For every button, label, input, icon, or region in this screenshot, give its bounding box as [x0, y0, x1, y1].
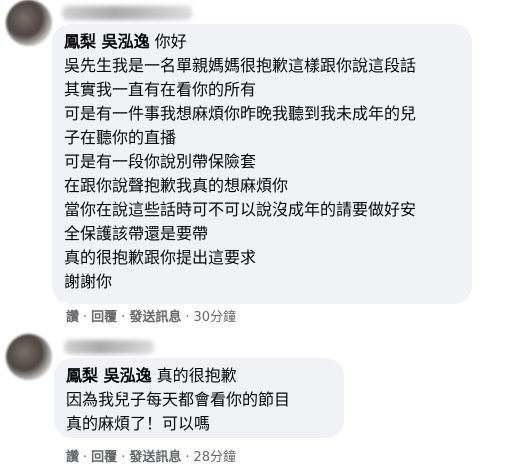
- like-button[interactable]: 讚: [66, 450, 79, 465]
- commenter-name-blurred[interactable]: [64, 340, 154, 354]
- comment-actions: 讚 · 回覆 · 發送訊息 · 30分鐘: [66, 310, 237, 325]
- mention-name[interactable]: 鳳梨 吳泓逸: [64, 32, 150, 51]
- reply-button[interactable]: 回覆: [91, 450, 117, 465]
- comment-actions: 讚 · 回覆 · 發送訊息 · 28分鐘: [66, 450, 237, 465]
- comment-bubble: 鳳梨 吳泓逸 真的很抱歉 因為我兒子每天都會看你的節目 真的麻煩了！可以嗎: [54, 358, 344, 438]
- reply-button[interactable]: 回覆: [91, 310, 117, 325]
- comment-line: 其實我一直有在看你的所有: [64, 80, 257, 99]
- comment-line: 真的麻煩了！可以嗎: [66, 414, 211, 433]
- send-message-button[interactable]: 發送訊息: [129, 310, 181, 325]
- comment-bubble: 鳳梨 吳泓逸 你好 吳先生我是一名單親媽媽很抱歉這樣跟你說這段話 其實我一直有在…: [52, 24, 472, 304]
- comment-line: 因為我兒子每天都會看你的節目: [66, 390, 291, 409]
- comment-line: 吳先生我是一名單親媽媽很抱歉這樣跟你說這段話: [64, 56, 417, 75]
- comment-text: 你好: [154, 32, 187, 51]
- avatar[interactable]: [6, 0, 52, 46]
- timestamp[interactable]: 30分鐘: [193, 310, 236, 325]
- comment-line: 可是有一件事我想麻煩你昨晚我聽到我未成年的兒: [64, 104, 417, 123]
- commenter-name-blurred[interactable]: [62, 6, 192, 20]
- send-message-button[interactable]: 發送訊息: [129, 450, 181, 465]
- avatar[interactable]: [6, 334, 52, 380]
- comment-line: 當你在說這些話時可不可以說沒成年的請要做好安: [64, 200, 417, 219]
- comment-line: 可是有一段你說別帶保險套: [64, 152, 257, 171]
- timestamp[interactable]: 28分鐘: [193, 450, 236, 465]
- comment-line: 謝謝你: [64, 272, 113, 291]
- comment-line: 真的很抱歉跟你提出這要求: [64, 248, 257, 267]
- mention-name[interactable]: 鳳梨 吳泓逸: [66, 366, 152, 385]
- like-button[interactable]: 讚: [66, 310, 79, 325]
- comment-line: 子在聽你的直播: [64, 128, 177, 147]
- comment-line: 全保護該帶還是要帶: [64, 224, 209, 243]
- comment-line: 在跟你說聲抱歉我真的想麻煩你: [64, 176, 289, 195]
- comment-text: 真的很抱歉: [156, 366, 237, 385]
